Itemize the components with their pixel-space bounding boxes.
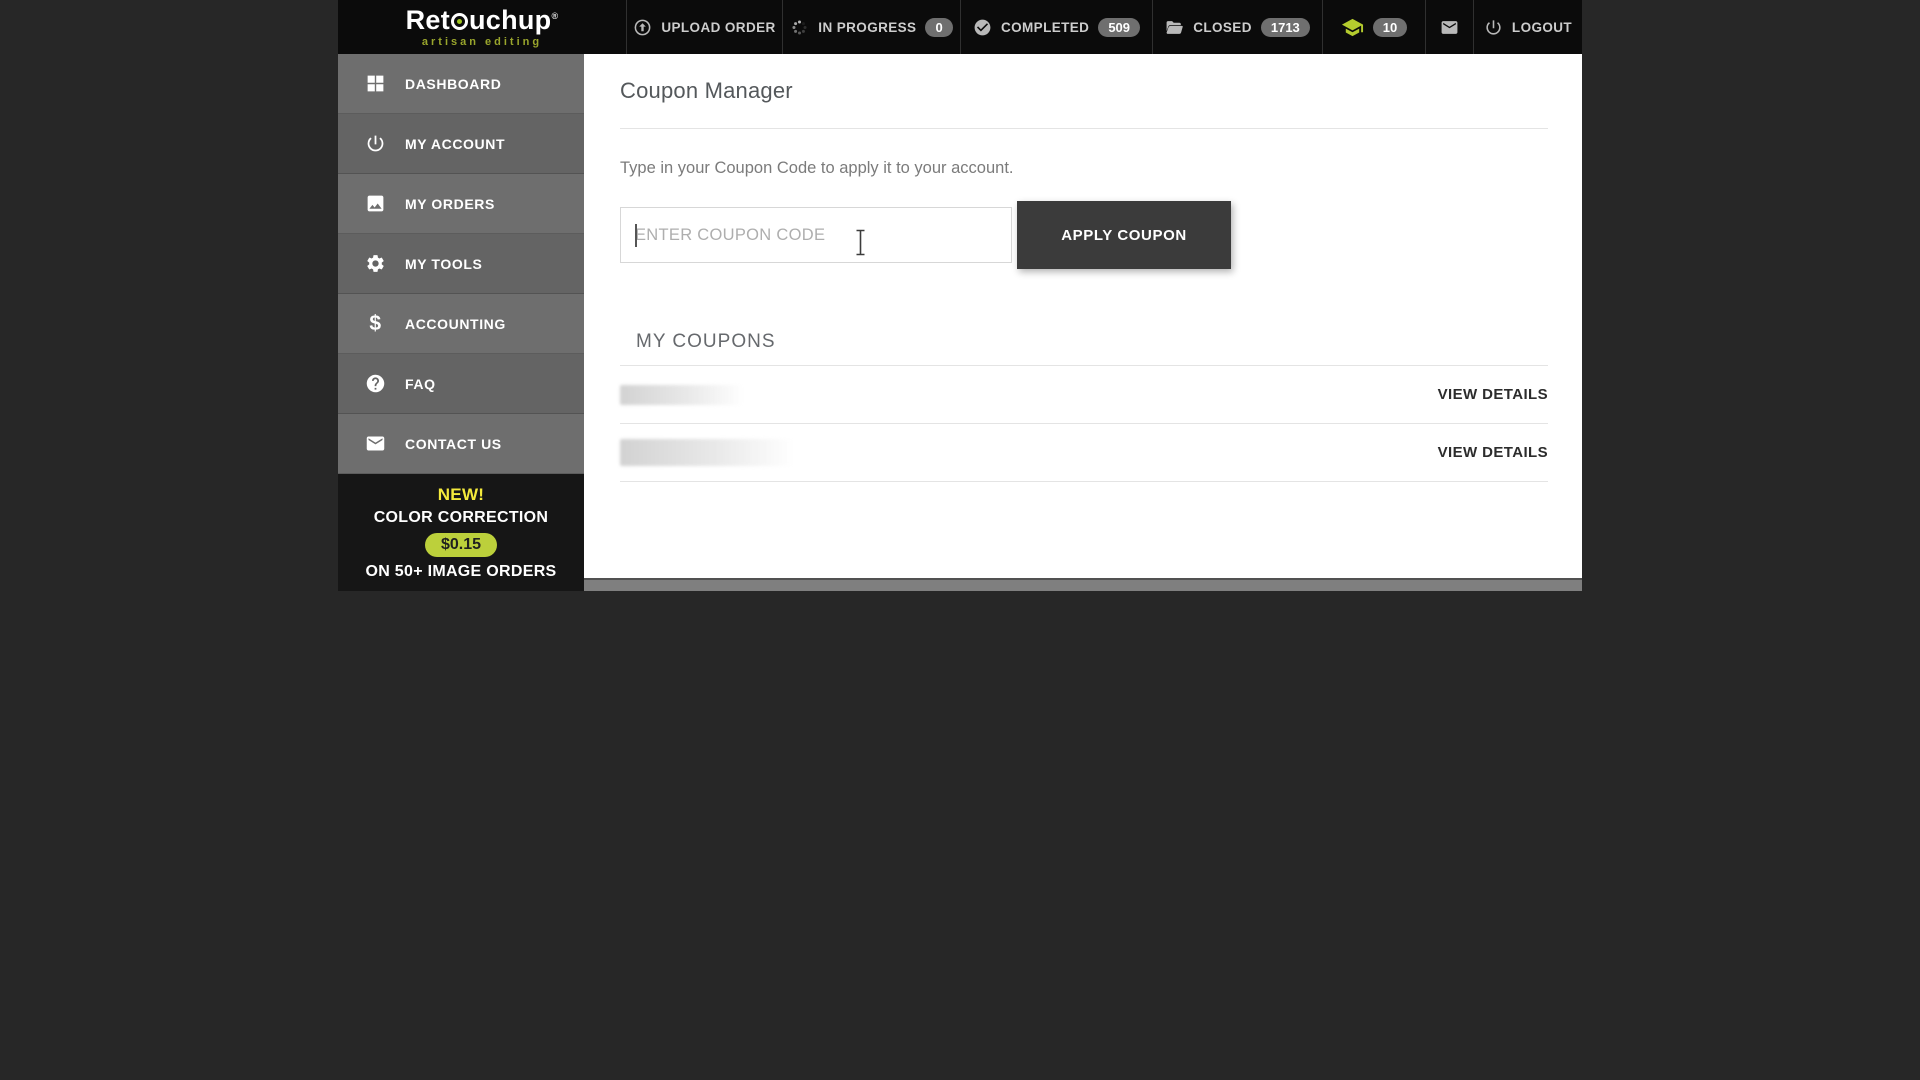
sidebar-item-my-tools[interactable]: MY TOOLS: [338, 234, 584, 294]
rewards-count-badge: 10: [1372, 17, 1408, 37]
redacted-coupon-name: [620, 439, 794, 466]
sidebar-item-my-orders[interactable]: MY ORDERS: [338, 174, 584, 234]
text-caret: [635, 224, 637, 247]
in-progress-count-badge: 0: [925, 17, 953, 37]
view-details-link[interactable]: VIEW DETAILS: [1438, 444, 1548, 461]
coupon-row: VIEW DETAILS: [620, 366, 1548, 424]
dollar-icon: $: [369, 312, 382, 335]
nav-closed-label: CLOSED: [1193, 19, 1252, 35]
sidebar-item-faq[interactable]: FAQ: [338, 354, 584, 414]
sidebar-item-accounting[interactable]: $ ACCOUNTING: [338, 294, 584, 354]
horizontal-scrollbar[interactable]: [584, 578, 1582, 591]
sidebar-item-contact-us[interactable]: CONTACT US: [338, 414, 584, 474]
app-window: Ret uchup® artisan editing UPLOAD ORDER I…: [338, 0, 1582, 591]
nav-logout-label: LOGOUT: [1511, 19, 1573, 35]
check-circle-icon: [973, 18, 992, 37]
gear-icon: [365, 253, 386, 274]
promo-title: COLOR CORRECTION: [373, 508, 549, 526]
lens-icon: [450, 12, 468, 30]
coupon-code-input[interactable]: [620, 207, 1012, 263]
nav-completed-label: COMPLETED: [1000, 19, 1090, 35]
sidebar-item-dashboard[interactable]: DASHBOARD: [338, 54, 584, 114]
promo-new-label: NEW!: [437, 484, 485, 504]
view-details-link[interactable]: VIEW DETAILS: [1438, 386, 1548, 403]
coupon-manager-page: Coupon Manager Type in your Coupon Code …: [584, 54, 1582, 578]
my-coupons-title: MY COUPONS: [636, 331, 776, 352]
sidebar-item-label: MY ACCOUNT: [405, 135, 506, 152]
help-circle-icon: [365, 373, 386, 394]
my-coupons-section: MY COUPONS VIEW DETAILS VIEW DETAILS: [620, 331, 1548, 482]
envelope-icon: [365, 433, 386, 454]
sidebar: DASHBOARD MY ACCOUNT MY ORDERS MY TOOLS: [338, 54, 584, 591]
upload-circle-icon: [633, 18, 652, 37]
folder-open-icon: [1165, 18, 1184, 37]
nav-messages[interactable]: [1425, 0, 1473, 54]
coupon-row: VIEW DETAILS: [620, 424, 1548, 482]
power-icon: [1484, 18, 1503, 37]
sidebar-item-label: MY TOOLS: [405, 255, 483, 272]
nav-upload-order[interactable]: UPLOAD ORDER: [626, 0, 782, 54]
promo-banner: NEW! COLOR CORRECTION $0.15 ON 50+ IMAGE…: [338, 474, 584, 591]
sidebar-item-label: FAQ: [405, 375, 436, 392]
promo-subtitle: ON 50+ IMAGE ORDERS: [365, 562, 557, 580]
nav-in-progress[interactable]: IN PROGRESS 0: [782, 0, 960, 54]
page-background: { "navbar": { "logo": { "brand": "Retouc…: [0, 0, 1920, 1080]
nav-closed[interactable]: CLOSED 1713: [1152, 0, 1322, 54]
sidebar-item-label: ACCOUNTING: [405, 315, 506, 332]
brand-tagline: artisan editing: [421, 35, 543, 48]
nav-in-progress-label: IN PROGRESS: [818, 19, 917, 35]
brand-wordmark: Ret uchup®: [405, 4, 559, 35]
graduation-cap-icon: [1341, 16, 1364, 39]
sidebar-item-my-account[interactable]: MY ACCOUNT: [338, 114, 584, 174]
sidebar-item-label: MY ORDERS: [405, 195, 495, 212]
brand-logo[interactable]: Ret uchup® artisan editing: [338, 0, 626, 54]
closed-count-badge: 1713: [1260, 17, 1310, 37]
redacted-coupon-name: [620, 384, 744, 405]
nav-upload-order-label: UPLOAD ORDER: [661, 19, 776, 35]
coupon-instruction-text: Type in your Coupon Code to apply it to …: [620, 159, 1014, 177]
main-area: DASHBOARD MY ACCOUNT MY ORDERS MY TOOLS: [338, 54, 1582, 591]
nav-logout[interactable]: LOGOUT: [1473, 0, 1582, 54]
sidebar-item-label: DASHBOARD: [405, 75, 502, 92]
divider: [620, 128, 1548, 129]
nav-rewards[interactable]: 10: [1322, 0, 1425, 54]
apply-coupon-button[interactable]: APPLY COUPON: [1017, 201, 1231, 269]
envelope-icon: [1440, 18, 1459, 37]
power-icon: [365, 133, 386, 154]
grid-icon: [365, 73, 386, 94]
page-title: Coupon Manager: [620, 78, 793, 103]
promo-price-pill: $0.15: [424, 532, 498, 557]
top-navbar: Ret uchup® artisan editing UPLOAD ORDER I…: [338, 0, 1582, 54]
completed-count-badge: 509: [1098, 17, 1141, 37]
nav-completed[interactable]: COMPLETED 509: [960, 0, 1152, 54]
spinner-icon: [790, 18, 809, 37]
sidebar-item-label: CONTACT US: [405, 435, 502, 452]
photo-icon: [365, 193, 386, 214]
coupon-form: APPLY COUPON: [620, 201, 1548, 269]
content-column: Coupon Manager Type in your Coupon Code …: [584, 54, 1582, 591]
